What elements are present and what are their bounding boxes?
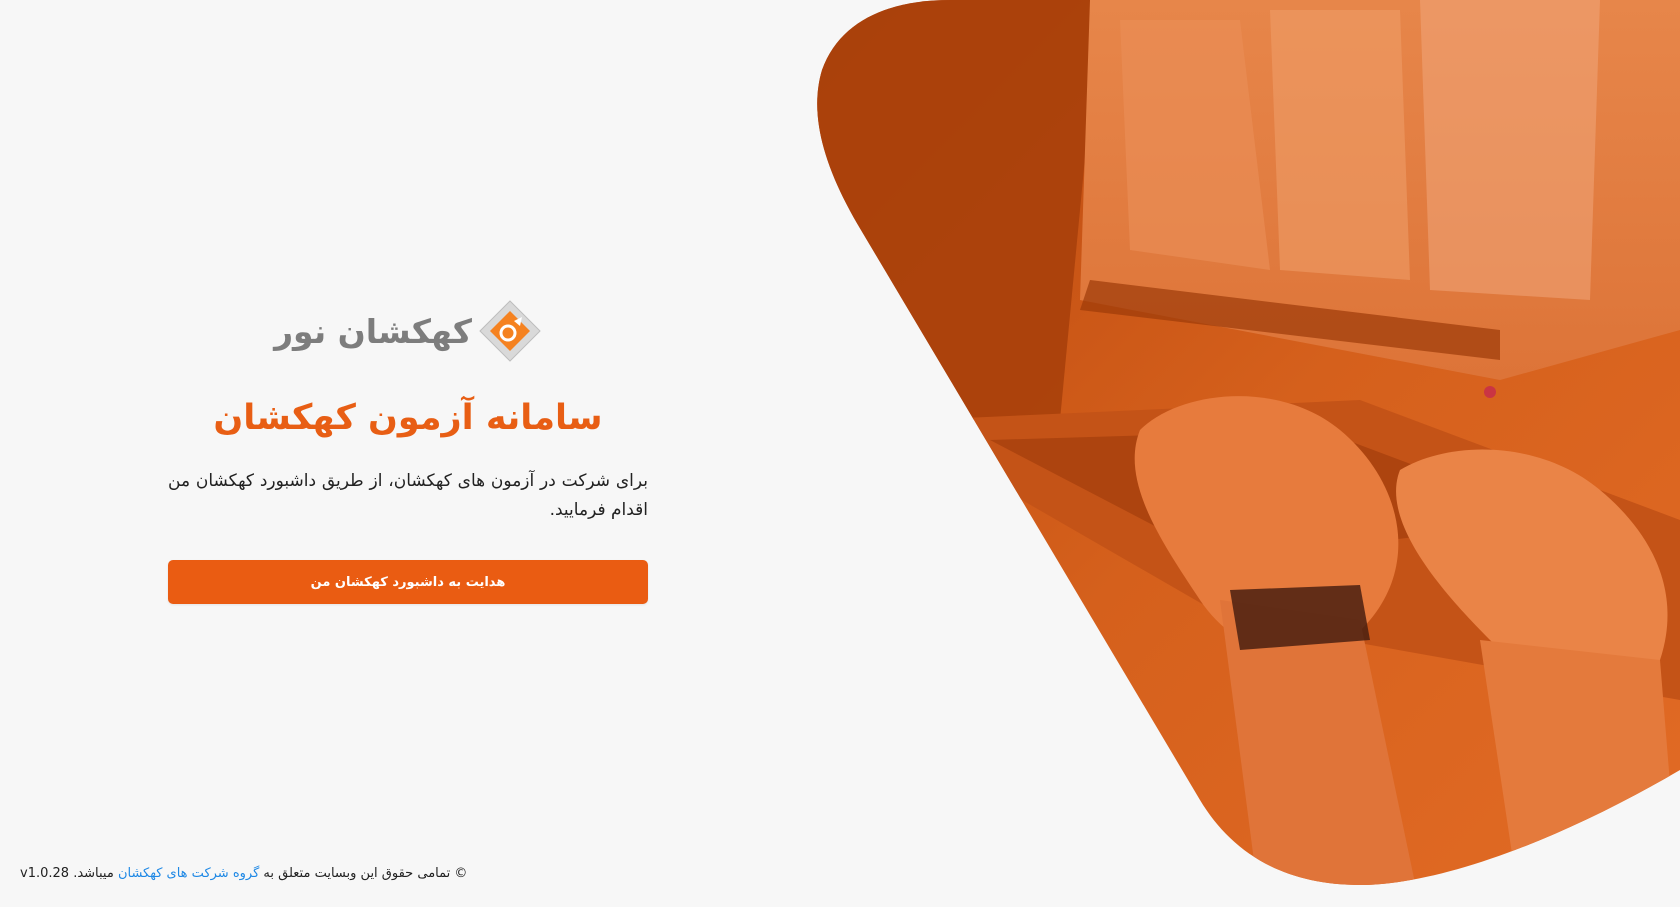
brand-logo: کهکشان نور [274, 298, 542, 364]
footer: © تمامی حقوق این وبسایت متعلق به گروه شر… [20, 866, 467, 881]
page: کهکشان نور سامانه آزمون کهکشان برای شرکت… [0, 0, 1680, 907]
hero-image [800, 0, 1680, 907]
version-label: v1.0.28 [20, 866, 70, 881]
copyright-text: © تمامی حقوق این وبسایت متعلق به [263, 866, 468, 881]
copyright-suffix: میباشد. [73, 866, 114, 881]
logo-text: کهکشان نور [274, 311, 473, 351]
login-panel: کهکشان نور سامانه آزمون کهکشان برای شرکت… [168, 298, 648, 604]
page-title: سامانه آزمون کهکشان [213, 398, 603, 438]
galaxy-logo-icon [479, 300, 541, 362]
page-description: برای شرکت در آزمون های کهکشان، از طریق د… [168, 471, 648, 520]
company-link[interactable]: گروه شرکت های کهکشان [118, 866, 259, 881]
go-to-dashboard-button[interactable]: هدایت به داشبورد کهکشان من [168, 560, 648, 604]
